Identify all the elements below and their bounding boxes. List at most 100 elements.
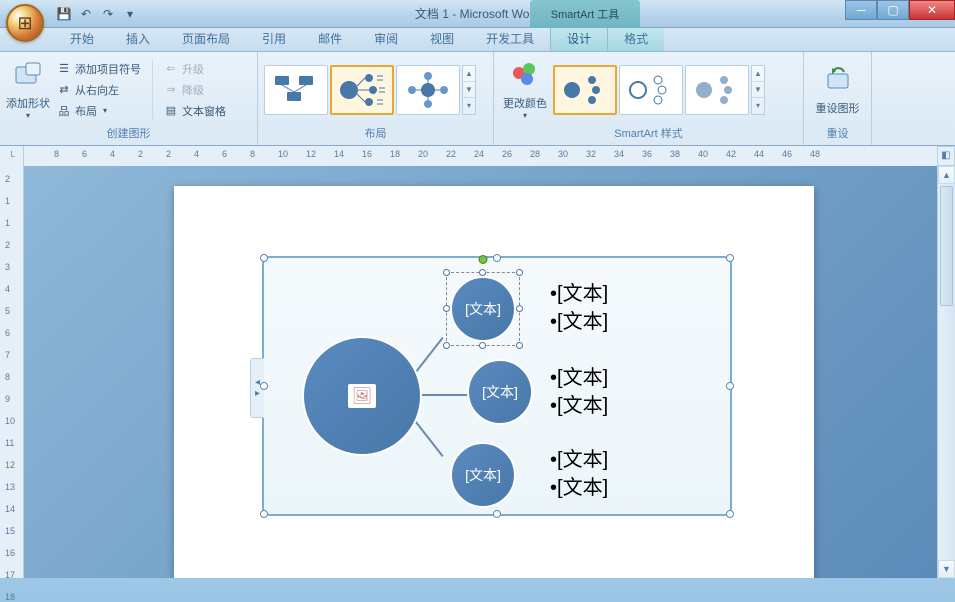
group-styles: 更改颜色 ▾ ▲ ▼ ▾ SmartArt 样式	[494, 52, 804, 145]
add-shape-icon	[12, 59, 44, 91]
window-title: 文档 1 - Microsoft Word	[415, 5, 540, 22]
tab-developer[interactable]: 开发工具	[470, 26, 550, 51]
smartart-node-1[interactable]: [文本]	[450, 276, 516, 342]
resize-handle-sw[interactable]	[260, 510, 268, 518]
styles-down-icon[interactable]: ▼	[752, 82, 764, 98]
close-button[interactable]: ✕	[909, 0, 955, 20]
demote-label: 降级	[182, 82, 204, 98]
bullet-1-2: [文本]	[557, 311, 608, 333]
sel-handle-e[interactable]	[516, 305, 523, 312]
horizontal-ruler[interactable]: 8642246810121416182022242628303234363840…	[24, 146, 937, 166]
sel-handle-sw[interactable]	[443, 342, 450, 349]
vertical-scrollbar: ▲ ▼	[937, 166, 955, 578]
style-option-3[interactable]	[685, 65, 749, 115]
layout-option-3[interactable]	[396, 65, 460, 115]
context-tab-label: SmartArt 工具	[530, 0, 640, 28]
group-reset-label: 重设	[810, 125, 865, 143]
ruler-corner: └	[0, 146, 24, 166]
promote-button[interactable]: ⇐升级	[160, 59, 230, 79]
tab-review[interactable]: 审阅	[358, 26, 414, 51]
layouts-gallery: ▲ ▼ ▾	[264, 65, 476, 115]
resize-handle-e[interactable]	[726, 382, 734, 390]
promote-icon: ⇐	[164, 62, 178, 76]
resize-handle-w[interactable]	[260, 382, 268, 390]
undo-icon[interactable]: ↶	[76, 4, 96, 24]
gallery-up-icon[interactable]: ▲	[463, 66, 475, 82]
sel-handle-w[interactable]	[443, 305, 450, 312]
tab-design[interactable]: 设计	[550, 25, 608, 51]
gallery-more-icon[interactable]: ▾	[463, 98, 475, 113]
qat-more-icon[interactable]: ▾	[120, 4, 140, 24]
group-create-graphic: 添加形状 ▾ ☰添加项目符号 ⇄从右向左 品布局▾ ⇐升级 ⇒降级 ▤文本窗格 …	[0, 52, 258, 145]
node-1-text: [文本]	[465, 299, 501, 319]
title-bar: 💾 ↶ ↷ ▾ 文档 1 - Microsoft Word SmartArt 工…	[0, 0, 955, 28]
layout-label: 布局	[75, 103, 97, 119]
sel-handle-nw[interactable]	[443, 269, 450, 276]
tab-mailings[interactable]: 邮件	[302, 26, 358, 51]
layout-option-1[interactable]	[264, 65, 328, 115]
demote-button[interactable]: ⇒降级	[160, 80, 230, 100]
rotate-handle[interactable]	[479, 255, 488, 264]
resize-handle-se[interactable]	[726, 510, 734, 518]
horizontal-ruler-bar: └ 86422468101214161820222426283032343638…	[0, 146, 955, 166]
sel-handle-n[interactable]	[479, 269, 486, 276]
rtl-button[interactable]: ⇄从右向左	[53, 80, 145, 100]
style-option-1[interactable]	[553, 65, 617, 115]
tab-page-layout[interactable]: 页面布局	[166, 26, 246, 51]
smartart-node-main[interactable]: 🖼	[302, 336, 422, 456]
minimize-button[interactable]: ─	[845, 0, 877, 20]
smartart-node-3[interactable]: [文本]	[450, 442, 516, 508]
group-layouts-label: 布局	[264, 125, 487, 143]
resize-handle-ne[interactable]	[726, 254, 734, 262]
smartart-node-2[interactable]: [文本]	[467, 359, 533, 425]
change-colors-button[interactable]: 更改颜色 ▾	[500, 56, 550, 124]
bullet-3-2: [文本]	[557, 477, 608, 499]
tab-format[interactable]: 格式	[608, 26, 664, 51]
office-button[interactable]	[6, 4, 44, 42]
resize-handle-nw[interactable]	[260, 254, 268, 262]
tab-home[interactable]: 开始	[54, 26, 110, 51]
layout-option-2[interactable]	[330, 65, 394, 115]
connector-2	[422, 394, 472, 396]
ribbon: 添加形状 ▾ ☰添加项目符号 ⇄从右向左 品布局▾ ⇐升级 ⇒降级 ▤文本窗格 …	[0, 52, 955, 146]
scroll-thumb[interactable]	[940, 186, 953, 306]
styles-more-icon[interactable]: ▾	[752, 98, 764, 113]
document-area: 21123456789101112131415161718 ◂▸	[0, 166, 955, 578]
window-controls: ─ ▢ ✕	[845, 0, 955, 20]
resize-handle-n[interactable]	[493, 254, 501, 262]
tab-view[interactable]: 视图	[414, 26, 470, 51]
bullet-group-2[interactable]: •[文本] •[文本]	[550, 364, 608, 420]
style-option-2[interactable]	[619, 65, 683, 115]
maximize-button[interactable]: ▢	[877, 0, 909, 20]
text-pane-icon: ▤	[164, 104, 178, 118]
add-shape-label: 添加形状	[6, 95, 50, 111]
scroll-up-button[interactable]: ▲	[938, 166, 955, 184]
image-placeholder-icon: 🖼	[348, 384, 376, 408]
page[interactable]: ◂▸ 🖼	[174, 186, 814, 578]
sel-handle-se[interactable]	[516, 342, 523, 349]
document-canvas[interactable]: ◂▸ 🖼	[24, 166, 955, 578]
add-bullet-button[interactable]: ☰添加项目符号	[53, 59, 145, 79]
bullet-group-3[interactable]: •[文本] •[文本]	[550, 446, 608, 502]
sel-handle-s[interactable]	[479, 342, 486, 349]
vertical-ruler[interactable]: 21123456789101112131415161718	[0, 166, 24, 578]
save-icon[interactable]: 💾	[54, 4, 74, 24]
bullet-icon: ☰	[57, 62, 71, 76]
gallery-down-icon[interactable]: ▼	[463, 82, 475, 98]
resize-handle-s[interactable]	[493, 510, 501, 518]
add-shape-button[interactable]: 添加形状 ▾	[6, 56, 50, 124]
scroll-down-button[interactable]: ▼	[938, 560, 955, 578]
ruler-right-stub[interactable]: ◧	[937, 146, 955, 166]
bullet-2-2: [文本]	[557, 395, 608, 417]
sel-handle-ne[interactable]	[516, 269, 523, 276]
redo-icon[interactable]: ↷	[98, 4, 118, 24]
styles-up-icon[interactable]: ▲	[752, 66, 764, 82]
group-styles-label: SmartArt 样式	[500, 125, 797, 143]
bullet-group-1[interactable]: •[文本] •[文本]	[550, 280, 608, 336]
smartart-object[interactable]: ◂▸ 🖼	[262, 256, 732, 516]
layout-button[interactable]: 品布局▾	[53, 101, 145, 121]
text-pane-button[interactable]: ▤文本窗格	[160, 101, 230, 121]
tab-references[interactable]: 引用	[246, 26, 302, 51]
tab-insert[interactable]: 插入	[110, 26, 166, 51]
reset-graphic-button[interactable]: 重设图形	[810, 56, 865, 124]
